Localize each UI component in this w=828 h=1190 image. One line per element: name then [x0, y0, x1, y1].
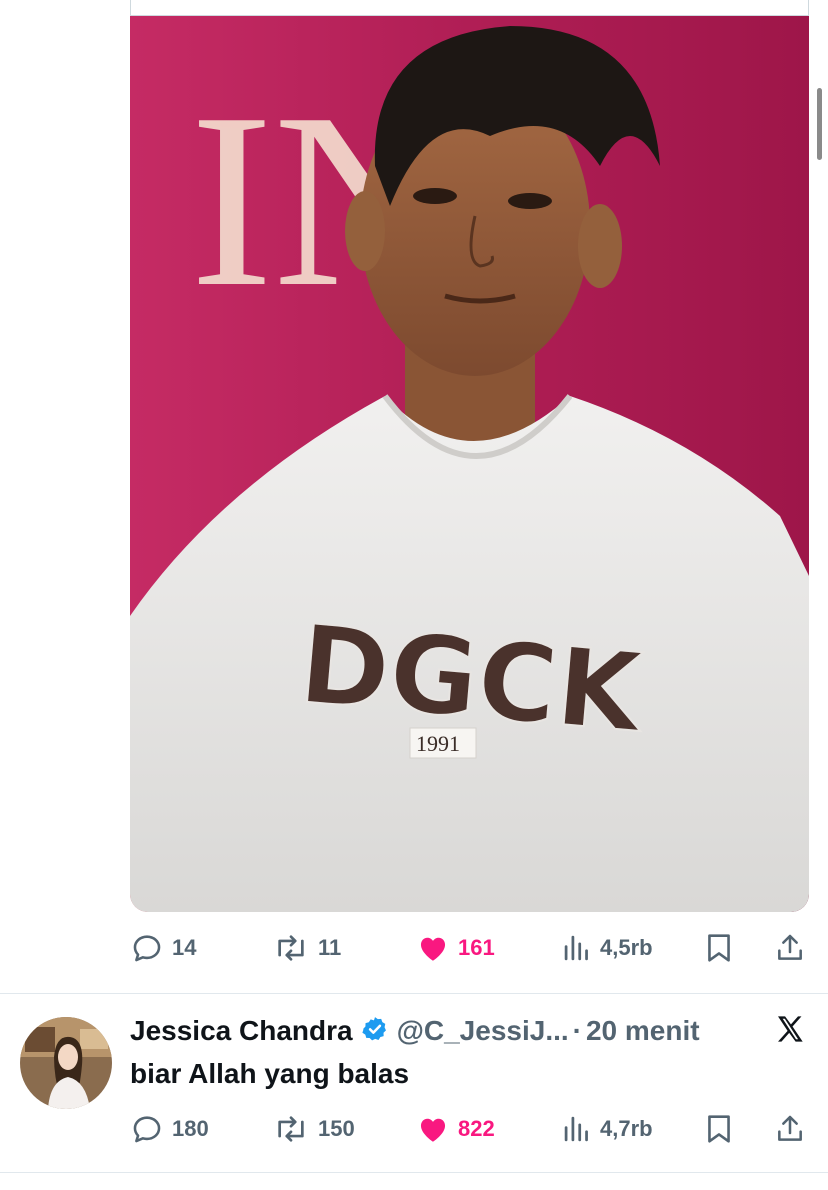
like-button[interactable]: 161 [416, 931, 495, 965]
repost-count: 11 [318, 935, 342, 960]
heart-icon [416, 1112, 450, 1146]
repost-icon [272, 1112, 310, 1146]
views-count: 4,5rb [600, 935, 653, 960]
scrollbar[interactable] [817, 88, 822, 160]
views-icon [562, 931, 592, 965]
post-divider [0, 993, 828, 994]
x-logo-icon [774, 1013, 806, 1050]
like-count: 822 [458, 1116, 495, 1141]
shirt-year: 1991 [416, 731, 460, 756]
share-button[interactable] [774, 931, 806, 965]
author-handle[interactable]: @C_JessiJ... [397, 1015, 569, 1047]
views-count: 4,7rb [600, 1116, 653, 1141]
heart-icon [416, 931, 450, 965]
post-photo[interactable]: IN DGCK 1991 [130, 16, 809, 912]
repost-button[interactable]: 150 [272, 1112, 355, 1146]
bookmark-button[interactable] [704, 931, 734, 965]
views-button[interactable]: 4,5rb [562, 931, 653, 965]
time-separator: · [572, 1015, 582, 1046]
repost-icon [272, 931, 310, 965]
reply-button[interactable]: 180 [130, 1112, 209, 1146]
author-name[interactable]: Jessica Chandra [130, 1015, 353, 1047]
tweet-text: biar Allah yang balas [130, 1058, 410, 1089]
views-icon [562, 1112, 592, 1146]
share-button[interactable] [774, 1112, 806, 1146]
reply-count: 180 [172, 1116, 209, 1141]
reply-count: 14 [172, 935, 197, 960]
like-count: 161 [458, 935, 495, 960]
post2-header: Jessica Chandra @C_JessiJ... · 20 menit [130, 1011, 820, 1051]
avatar[interactable] [20, 1017, 112, 1109]
media-card-top [130, 0, 809, 16]
bookmark-icon [704, 931, 734, 965]
reply-icon [130, 1112, 164, 1146]
post-time[interactable]: 20 menit [586, 1015, 700, 1047]
bookmark-icon [704, 1112, 734, 1146]
like-button[interactable]: 822 [416, 1112, 495, 1146]
post-divider [0, 1172, 828, 1173]
reply-icon [130, 931, 164, 965]
repost-count: 150 [318, 1116, 355, 1141]
repost-button[interactable]: 11 [272, 931, 341, 965]
reply-button[interactable]: 14 [130, 931, 196, 965]
bookmark-button[interactable] [704, 1112, 734, 1146]
verified-badge-icon [361, 1015, 389, 1048]
views-button[interactable]: 4,7rb [562, 1112, 653, 1146]
share-icon [774, 931, 806, 965]
share-icon [774, 1112, 806, 1146]
